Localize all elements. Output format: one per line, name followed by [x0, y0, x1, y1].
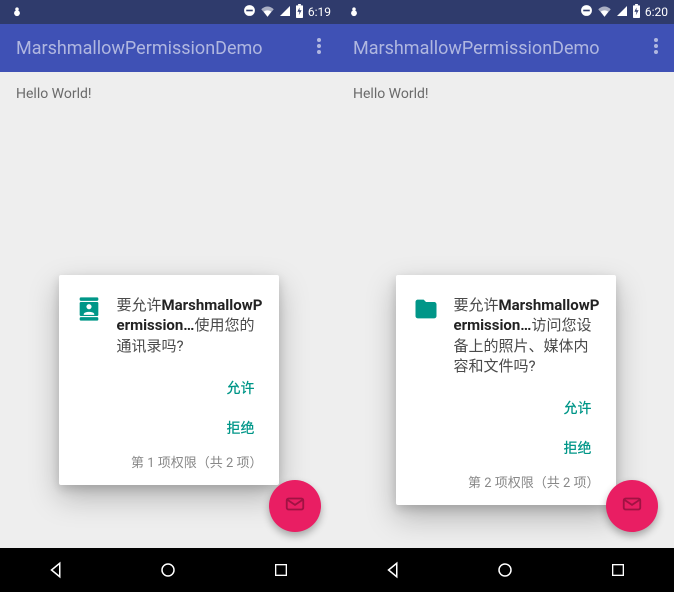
- dnd-icon: [243, 4, 256, 20]
- wifi-icon: [260, 4, 275, 20]
- signal-icon: [279, 5, 291, 20]
- permission-message: 要允许MarshmallowPermission…使用您的通讯录吗?: [117, 295, 263, 356]
- phone-screen: 6:19 MarshmallowPermissionDemo Hello Wor…: [0, 0, 337, 592]
- overflow-menu-icon[interactable]: [317, 38, 321, 59]
- debug-icon: [347, 5, 361, 19]
- home-button[interactable]: [475, 561, 535, 579]
- permission-dialog: 要允许MarshmallowPermission…访问您设备上的照片、媒体内容和…: [396, 275, 616, 505]
- permission-message: 要允许MarshmallowPermission…访问您设备上的照片、媒体内容和…: [454, 295, 600, 376]
- status-time: 6:19: [308, 5, 331, 19]
- contacts-icon: [75, 295, 103, 327]
- action-bar: MarshmallowPermissionDemo: [0, 24, 337, 72]
- content-area: Hello World! 要允许MarshmallowPermission…访问…: [337, 72, 674, 548]
- navigation-bar: [0, 548, 337, 592]
- home-button[interactable]: [138, 561, 198, 579]
- battery-icon: [632, 4, 641, 21]
- status-bar: 6:20: [337, 0, 674, 24]
- fab-button[interactable]: [269, 480, 321, 532]
- recent-button[interactable]: [588, 562, 648, 578]
- dnd-icon: [580, 4, 593, 20]
- fab-button[interactable]: [606, 480, 658, 532]
- status-bar: 6:19: [0, 0, 337, 24]
- signal-icon: [616, 5, 628, 20]
- wifi-icon: [597, 4, 612, 20]
- debug-icon: [10, 5, 24, 19]
- folder-icon: [412, 295, 440, 327]
- allow-button[interactable]: 允许: [556, 394, 600, 422]
- battery-icon: [295, 4, 304, 21]
- app-title: MarshmallowPermissionDemo: [353, 38, 600, 59]
- back-button[interactable]: [26, 561, 86, 579]
- back-button[interactable]: [363, 561, 423, 579]
- deny-button[interactable]: 拒绝: [219, 414, 263, 442]
- navigation-bar: [337, 548, 674, 592]
- overflow-menu-icon[interactable]: [654, 38, 658, 59]
- permission-counter: 第 2 项权限（共 2 项）: [412, 472, 600, 491]
- status-time: 6:20: [645, 5, 668, 19]
- recent-button[interactable]: [251, 562, 311, 578]
- phone-screen: 6:20 MarshmallowPermissionDemo Hello Wor…: [337, 0, 674, 592]
- permission-counter: 第 1 项权限（共 2 项）: [75, 452, 263, 471]
- content-area: Hello World! 要允许MarshmallowPermission…使用…: [0, 72, 337, 548]
- app-title: MarshmallowPermissionDemo: [16, 38, 263, 59]
- permission-dialog: 要允许MarshmallowPermission…使用您的通讯录吗? 允许 拒绝…: [59, 275, 279, 485]
- action-bar: MarshmallowPermissionDemo: [337, 24, 674, 72]
- deny-button[interactable]: 拒绝: [556, 434, 600, 462]
- mail-icon: [621, 493, 643, 519]
- allow-button[interactable]: 允许: [219, 374, 263, 402]
- mail-icon: [284, 493, 306, 519]
